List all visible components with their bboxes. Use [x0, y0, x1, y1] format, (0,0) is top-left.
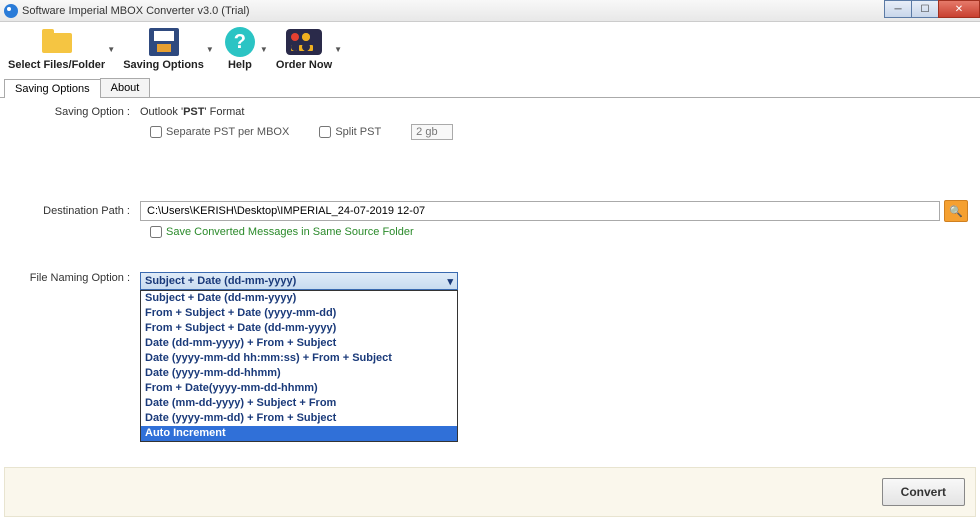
- separate-pst-input[interactable]: [150, 126, 162, 138]
- tab-bar: Saving Options About: [0, 78, 980, 98]
- content-panel: Saving Option : Outlook 'PST' Format Sep…: [0, 98, 980, 463]
- folder-icon: [40, 29, 74, 55]
- tab-saving-options[interactable]: Saving Options: [4, 79, 101, 98]
- save-same-folder-checkbox[interactable]: Save Converted Messages in Same Source F…: [150, 226, 968, 238]
- dropdown-arrow-icon[interactable]: ▼: [260, 45, 268, 54]
- titlebar: Software Imperial MBOX Converter v3.0 (T…: [0, 0, 980, 22]
- file-naming-option[interactable]: Subject + Date (dd-mm-yyyy): [141, 291, 457, 306]
- split-pst-label: Split PST: [335, 126, 381, 138]
- save-same-folder-label: Save Converted Messages in Same Source F…: [166, 226, 414, 238]
- format-text: Outlook 'PST' Format: [140, 106, 244, 118]
- file-naming-option[interactable]: Date (yyyy-mm-dd) + From + Subject: [141, 411, 457, 426]
- order-now-label: Order Now: [276, 59, 332, 71]
- select-files-label: Select Files/Folder: [8, 59, 105, 71]
- convert-button[interactable]: Convert: [882, 478, 965, 506]
- app-icon: [4, 4, 18, 18]
- dropdown-arrow-icon[interactable]: ▼: [107, 45, 115, 54]
- file-naming-option[interactable]: From + Subject + Date (yyyy-mm-dd): [141, 306, 457, 321]
- separate-pst-label: Separate PST per MBOX: [166, 126, 289, 138]
- tab-about[interactable]: About: [100, 78, 151, 97]
- saving-option-label: Saving Option :: [12, 106, 140, 118]
- file-naming-option[interactable]: Date (dd-mm-yyyy) + From + Subject: [141, 336, 457, 351]
- order-icon: [286, 29, 322, 55]
- destination-path-label: Destination Path :: [12, 205, 140, 217]
- file-naming-option[interactable]: Date (yyyy-mm-dd-hhmm): [141, 366, 457, 381]
- file-naming-option[interactable]: Date (mm-dd-yyyy) + Subject + From: [141, 396, 457, 411]
- destination-path-input[interactable]: [140, 201, 940, 221]
- save-icon: [149, 28, 179, 56]
- help-label: Help: [228, 59, 252, 71]
- window-controls: ─ ☐ ✕: [885, 0, 980, 18]
- dropdown-arrow-icon[interactable]: ▼: [334, 45, 342, 54]
- window-title: Software Imperial MBOX Converter v3.0 (T…: [22, 5, 250, 17]
- help-icon: ?: [225, 27, 255, 57]
- file-naming-option[interactable]: Auto Increment: [141, 426, 457, 441]
- help-button[interactable]: ? Help: [222, 27, 258, 71]
- file-naming-combo[interactable]: Subject + Date (dd-mm-yyyy): [140, 272, 458, 290]
- file-naming-option[interactable]: From + Date(yyyy-mm-dd-hhmm): [141, 381, 457, 396]
- minimize-button[interactable]: ─: [884, 0, 912, 18]
- order-now-button[interactable]: Order Now: [276, 27, 332, 71]
- toolbar: Select Files/Folder ▼ Saving Options ▼ ?…: [0, 22, 980, 76]
- file-naming-option-label: File Naming Option :: [12, 272, 140, 284]
- separate-pst-checkbox[interactable]: Separate PST per MBOX: [150, 126, 289, 138]
- footer: Convert: [4, 467, 976, 517]
- maximize-button[interactable]: ☐: [911, 0, 939, 18]
- format-bold: PST: [183, 106, 204, 118]
- file-naming-option[interactable]: From + Subject + Date (dd-mm-yyyy): [141, 321, 457, 336]
- file-naming-option[interactable]: Date (yyyy-mm-dd hh:mm:ss) + From + Subj…: [141, 351, 457, 366]
- dropdown-arrow-icon[interactable]: ▼: [206, 45, 214, 54]
- close-button[interactable]: ✕: [938, 0, 980, 18]
- split-size-select[interactable]: 2 gb: [411, 124, 452, 140]
- browse-button[interactable]: 🔍: [944, 200, 968, 222]
- saving-options-button[interactable]: Saving Options: [123, 27, 204, 71]
- browse-folder-icon: 🔍: [949, 205, 963, 218]
- file-naming-dropdown: Subject + Date (dd-mm-yyyy)From + Subjec…: [140, 290, 458, 442]
- select-files-button[interactable]: Select Files/Folder: [8, 27, 105, 71]
- split-pst-input[interactable]: [319, 126, 331, 138]
- format-prefix: Outlook ': [140, 106, 183, 118]
- saving-options-label: Saving Options: [123, 59, 204, 71]
- save-same-folder-input[interactable]: [150, 226, 162, 238]
- format-suffix: ' Format: [204, 106, 244, 118]
- split-pst-checkbox[interactable]: Split PST: [319, 126, 381, 138]
